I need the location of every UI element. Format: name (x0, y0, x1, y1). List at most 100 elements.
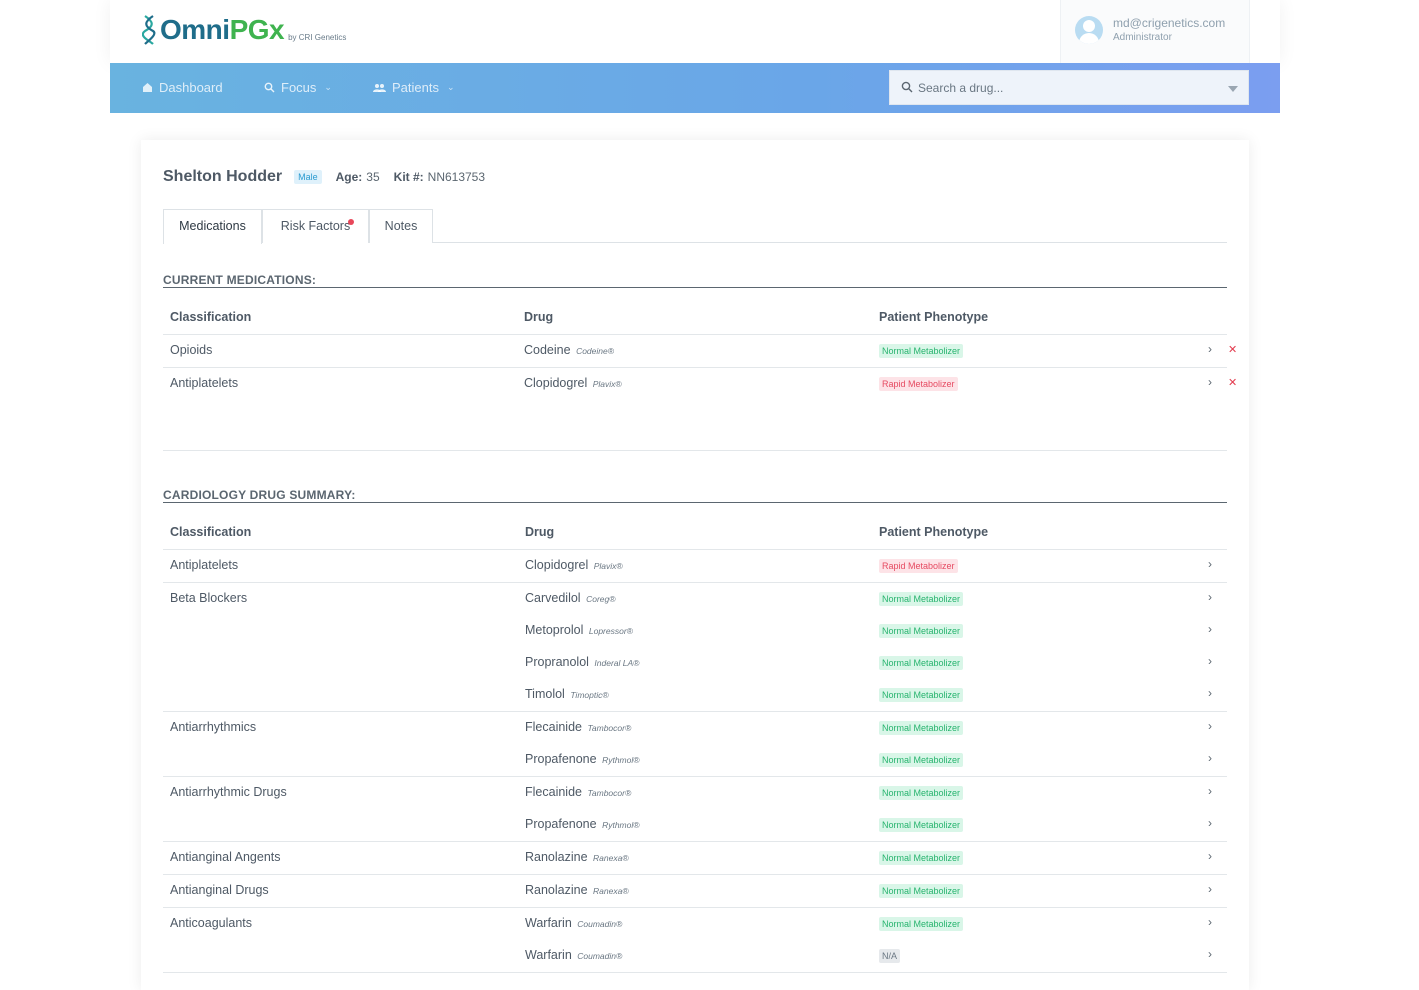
drug-name: Propafenone (525, 752, 597, 766)
kit-value: NN613753 (427, 170, 486, 184)
section-end-divider (163, 450, 1227, 451)
cell-classification: Antiplatelets (170, 376, 239, 390)
cell-drug: Clopidogrel Plavix® (524, 376, 622, 390)
cell-drug: Propafenone Rythmol® (525, 817, 640, 831)
section-divider (163, 287, 1227, 288)
chevron-down-icon: ⌄ (324, 82, 332, 92)
drug-brand: Timoptic® (570, 690, 609, 700)
avatar (1075, 16, 1103, 44)
drug-name: Ranolazine (525, 883, 588, 897)
row-divider (163, 874, 1227, 875)
chevron-right-icon[interactable]: › (1208, 622, 1212, 636)
row-divider (163, 907, 1227, 908)
cell-drug: Metoprolol Lopressor® (525, 623, 633, 637)
tab-risk-factors[interactable]: Risk Factors (262, 209, 369, 243)
chevron-down-icon: ⌄ (446, 82, 455, 92)
chevron-right-icon[interactable]: › (1208, 557, 1212, 571)
user-menu[interactable]: md@crigenetics.com Administrator (1060, 0, 1250, 63)
age-label: Age: (335, 170, 363, 184)
phenotype-badge: Normal Metabolizer (879, 624, 964, 638)
kit-label: Kit #: (393, 170, 424, 184)
chevron-right-icon[interactable]: › (1208, 590, 1212, 604)
tab-medications[interactable]: Medications (163, 209, 262, 244)
cell-classification: Antianginal Angents (170, 850, 281, 864)
patient-header: Shelton Hodder Male Age: 35 Kit #: NN613… (163, 168, 485, 186)
chevron-right-icon[interactable]: › (1208, 686, 1212, 700)
row-divider (163, 582, 1227, 583)
dropdown-caret-icon[interactable] (1228, 86, 1238, 92)
nav-focus-label: Focus (281, 80, 317, 95)
drug-name: Propranolol (525, 655, 589, 669)
phenotype-badge: Normal Metabolizer (879, 753, 964, 767)
section-divider (163, 502, 1227, 503)
phenotype-badge: Normal Metabolizer (879, 917, 964, 931)
dna-icon (142, 15, 156, 45)
phenotype-badge: Normal Metabolizer (879, 592, 964, 606)
phenotype-badge: Rapid Metabolizer (879, 559, 958, 573)
drug-name: Propafenone (525, 817, 597, 831)
search-icon (264, 82, 275, 93)
column-header-classification: Classification (170, 525, 252, 539)
search-icon (901, 81, 913, 93)
drug-name: Clopidogrel (524, 376, 588, 390)
cell-drug: Ranolazine Ranexa® (525, 883, 629, 897)
chevron-right-icon[interactable]: › (1208, 751, 1212, 765)
drug-brand: Tambocor® (587, 723, 632, 733)
drug-brand: Ranexa® (593, 853, 629, 863)
tab-notes[interactable]: Notes (369, 209, 433, 243)
chevron-right-icon[interactable]: › (1208, 849, 1212, 863)
chevron-right-icon[interactable]: › (1208, 816, 1212, 830)
cell-drug: Flecainide Tambocor® (525, 785, 631, 799)
drug-name: Timolol (525, 687, 565, 701)
row-divider (163, 711, 1227, 712)
nav-dashboard-label: Dashboard (159, 80, 223, 95)
close-icon[interactable]: ✕ (1228, 376, 1237, 389)
top-bar: Omni PGx by CRI Genetics md@crigenetics.c… (110, 0, 1280, 63)
logo[interactable]: Omni PGx by CRI Genetics (142, 14, 346, 46)
patient-card: Shelton Hodder Male Age: 35 Kit #: NN613… (141, 140, 1249, 990)
search-input[interactable] (918, 71, 1218, 104)
nav-dashboard[interactable]: Dashboard (142, 80, 223, 95)
age-value: 35 (366, 170, 380, 184)
cell-drug: Propranolol Inderal LA® (525, 655, 639, 669)
nav-patients-label: Patients (392, 80, 439, 95)
chevron-right-icon[interactable]: › (1208, 882, 1212, 896)
drug-brand: Inderal LA® (594, 658, 640, 668)
chevron-right-icon[interactable]: › (1208, 947, 1212, 961)
user-role: Administrator (1113, 32, 1172, 43)
cell-drug: Flecainide Tambocor® (525, 720, 631, 734)
drug-brand: Codeine® (576, 346, 614, 356)
nav-patients[interactable]: Patients ⌄ (373, 80, 455, 95)
close-icon[interactable]: ✕ (1228, 343, 1237, 356)
phenotype-badge: Normal Metabolizer (879, 884, 964, 898)
drug-brand: Rythmol® (602, 755, 640, 765)
nav-focus[interactable]: Focus ⌄ (264, 80, 332, 95)
drug-name: Flecainide (525, 720, 582, 734)
drug-brand: Plavix® (592, 379, 622, 389)
users-icon (373, 83, 386, 92)
chevron-right-icon[interactable]: › (1208, 654, 1212, 668)
chevron-right-icon[interactable]: › (1208, 915, 1212, 929)
drug-brand: Plavix® (593, 561, 623, 571)
drug-name: Warfarin (525, 916, 572, 930)
drug-name: Metoprolol (525, 623, 584, 637)
row-divider (163, 972, 1227, 973)
cell-drug: Carvedilol Coreg® (525, 591, 616, 605)
chevron-right-icon[interactable]: › (1208, 719, 1212, 733)
drug-search[interactable] (889, 70, 1249, 105)
main-nav: Dashboard Focus ⌄ Patients ⌄ (110, 63, 1280, 113)
chevron-right-icon[interactable]: › (1208, 375, 1212, 389)
drug-brand: Coumadin® (577, 951, 623, 961)
chevron-right-icon[interactable]: › (1208, 342, 1212, 356)
drug-brand: Ranexa® (593, 886, 629, 896)
drug-brand: Lopressor® (588, 626, 633, 636)
cell-drug: Warfarin Coumadin® (525, 948, 622, 962)
cell-classification: Antiplatelets (170, 558, 239, 572)
column-header-phenotype: Patient Phenotype (879, 310, 989, 324)
row-divider (163, 367, 1227, 368)
current-medications-title: CURRENT MEDICATIONS: (163, 273, 317, 287)
phenotype-badge: Normal Metabolizer (879, 721, 964, 735)
chevron-right-icon[interactable]: › (1208, 784, 1212, 798)
logo-tagline: by CRI Genetics (288, 33, 347, 42)
cell-drug: Codeine Codeine® (524, 343, 614, 357)
